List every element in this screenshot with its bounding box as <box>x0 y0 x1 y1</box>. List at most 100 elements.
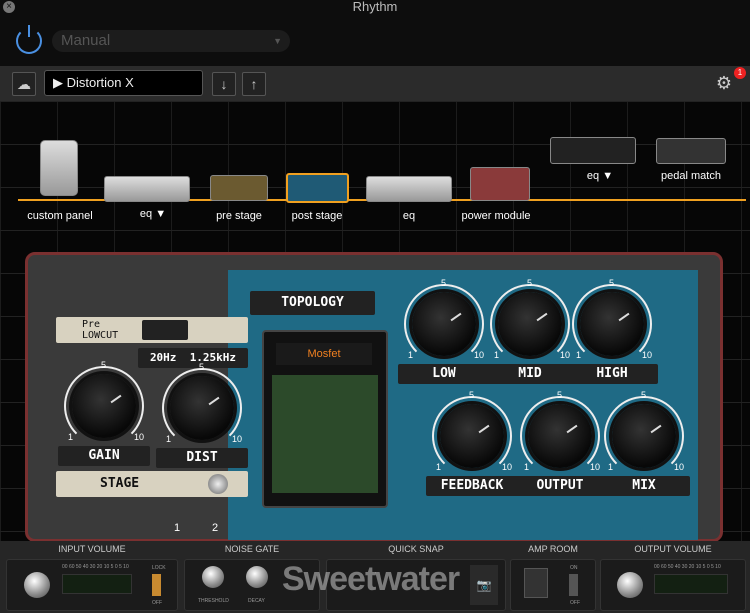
noise-gate-title: NOISE GATE <box>224 544 280 554</box>
knob-label: GAIN <box>58 446 150 466</box>
input-volume-title: INPUT VOLUME <box>58 544 126 554</box>
title-bar: Rhythm <box>0 0 750 20</box>
topology-selector[interactable]: Mosfet <box>276 343 372 365</box>
threshold-label: THRESHOLD <box>198 598 229 604</box>
on-label: ON <box>570 565 578 571</box>
output-meter-scale: 00 60 50 40 30 20 10 5 0 5 10 <box>654 564 721 570</box>
knob-min-label: 1 <box>436 462 442 472</box>
knob-max-label: 10 <box>134 432 145 442</box>
eq-module[interactable] <box>366 176 452 202</box>
power-icon[interactable] <box>16 25 42 54</box>
pre-stage-module[interactable] <box>210 175 268 201</box>
knob-label: HIGH <box>566 364 658 384</box>
knob-dist[interactable] <box>170 376 234 440</box>
knob-mid-label: 5 <box>199 362 205 372</box>
knob-high[interactable] <box>580 292 644 356</box>
chevron-down-icon: ▼ <box>273 36 282 46</box>
amp-room-toggle[interactable] <box>569 574 578 596</box>
knob-gain[interactable] <box>72 374 136 438</box>
knob-mix[interactable] <box>612 404 676 468</box>
knob-max-label: 10 <box>590 462 601 472</box>
gear-icon[interactable]: ⚙ <box>712 72 736 96</box>
output-volume-knob[interactable] <box>617 572 643 598</box>
knob-min-label: 1 <box>608 462 614 472</box>
preset-name-field[interactable]: ▶ Distortion X <box>44 70 203 96</box>
decay-knob[interactable] <box>246 566 268 588</box>
knob-mid-label: 5 <box>557 390 563 400</box>
knob-max-label: 10 <box>232 434 243 444</box>
input-meter-scale: 00 60 50 40 30 20 10 5 0 5 10 <box>62 564 129 570</box>
pedal-match-module[interactable] <box>656 138 726 164</box>
knob-min-label: 1 <box>576 350 582 360</box>
knob-min-label: 1 <box>166 434 172 444</box>
download-icon[interactable]: ↓ <box>212 72 236 96</box>
post-stage-module[interactable] <box>286 173 349 203</box>
chain-label: pedal match <box>661 170 721 182</box>
knob-mid-label: 5 <box>527 278 533 288</box>
topology-label: TOPOLOGY <box>250 291 375 315</box>
topology-circuit-image <box>272 375 378 493</box>
freq-125khz: 1.25kHz <box>189 351 237 364</box>
stage-label: STAGE <box>100 476 140 491</box>
input-level-meter <box>62 574 132 594</box>
knob-label: MIX <box>598 476 690 496</box>
knob-max-label: 10 <box>642 350 653 360</box>
eq-module[interactable] <box>104 176 190 202</box>
chain-label: power module <box>461 210 531 222</box>
knob-label: OUTPUT <box>514 476 606 496</box>
lowcut-slider-handle[interactable] <box>142 320 188 340</box>
window-title: Rhythm <box>352 0 398 14</box>
chain-label: eq ▼ <box>586 170 614 182</box>
knob-low[interactable] <box>412 292 476 356</box>
lowcut-label: Pre LOWCUT <box>82 319 118 341</box>
custom-panel-module[interactable] <box>40 140 78 196</box>
knob-max-label: 10 <box>674 462 685 472</box>
amp-room-title: AMP ROOM <box>528 544 578 554</box>
knob-mid-label: 5 <box>441 278 447 288</box>
freq-20hz: 20Hz <box>149 351 177 364</box>
power-module[interactable] <box>470 167 530 201</box>
preset-name: Distortion X <box>66 75 134 90</box>
knob-max-label: 10 <box>560 350 571 360</box>
upload-icon[interactable]: ↑ <box>242 72 266 96</box>
knob-min-label: 1 <box>68 432 74 442</box>
knob-max-label: 10 <box>502 462 513 472</box>
knob-min-label: 1 <box>408 350 414 360</box>
lowcut-freqs: 20Hz 1.25kHz <box>138 348 248 368</box>
chain-label: eq <box>402 210 416 222</box>
preset-value: Manual <box>61 32 111 49</box>
knob-mid-label: 5 <box>101 360 107 370</box>
camera-icon[interactable]: 📷 <box>470 565 498 605</box>
stage-option-2: 2 <box>212 522 219 534</box>
off-label: OFF <box>570 600 580 606</box>
knob-label: FEEDBACK <box>426 476 518 496</box>
output-level-meter <box>654 574 728 594</box>
amp-room-button[interactable] <box>524 568 548 598</box>
lock-label: LOCK <box>152 565 166 571</box>
knob-mid-label: 5 <box>469 390 475 400</box>
knob-feedback[interactable] <box>440 404 504 468</box>
stage-toggle-handle[interactable] <box>208 474 228 494</box>
lock-toggle[interactable] <box>152 574 161 596</box>
knob-min-label: 1 <box>524 462 530 472</box>
chain-label: eq ▼ <box>139 208 167 220</box>
chain-label: post stage <box>291 210 343 222</box>
lock-off-label: OFF <box>152 600 162 606</box>
knob-label: MID <box>484 364 576 384</box>
input-volume-knob[interactable] <box>24 572 50 598</box>
close-icon[interactable]: × <box>3 1 15 13</box>
cloud-icon[interactable]: ☁ <box>12 72 36 96</box>
notification-badge: 1 <box>734 67 746 79</box>
knob-mid-label: 5 <box>641 390 647 400</box>
knob-mid[interactable] <box>498 292 562 356</box>
threshold-knob[interactable] <box>202 566 224 588</box>
stage-option-1: 1 <box>174 522 181 534</box>
quick-snap-title: QUICK SNAP <box>388 544 444 554</box>
preset-dropdown[interactable]: Manual ▼ <box>52 30 290 52</box>
eq-module-post[interactable] <box>550 137 636 164</box>
output-volume-title: OUTPUT VOLUME <box>634 544 712 554</box>
knob-max-label: 10 <box>474 350 485 360</box>
lowcut-name: LOWCUT <box>82 330 119 341</box>
knob-min-label: 1 <box>494 350 500 360</box>
knob-output[interactable] <box>528 404 592 468</box>
